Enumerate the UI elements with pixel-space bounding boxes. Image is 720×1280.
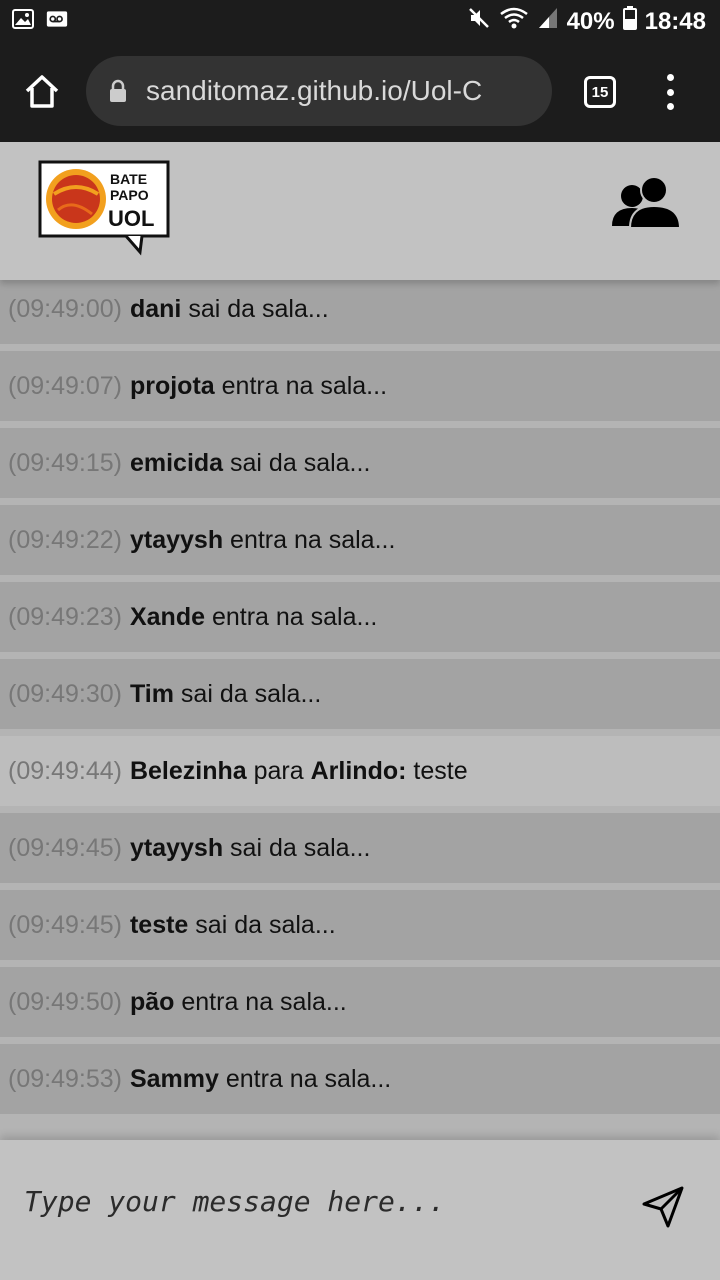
send-button[interactable] — [640, 1184, 686, 1230]
battery-icon — [622, 6, 637, 37]
message-text: teste — [413, 756, 468, 785]
message-sender: dani — [129, 294, 182, 323]
message-item: (09:49:50) pão entra na sala... — [0, 967, 720, 1037]
message-time: (09:49:45) — [8, 833, 122, 862]
clock: 18:48 — [644, 7, 706, 35]
message-time: (09:49:15) — [8, 448, 122, 477]
lock-icon — [108, 79, 128, 103]
participants-button[interactable] — [610, 176, 686, 234]
message-text: sai da sala... — [230, 448, 371, 477]
voicemail-icon — [46, 8, 68, 30]
wifi-icon — [499, 6, 529, 37]
signal-icon — [537, 6, 559, 37]
private-message-item: (09:49:44) Belezinha para Arlindo: teste — [0, 736, 720, 806]
message-text: entra na sala... — [221, 371, 388, 400]
message-time: (09:49:30) — [8, 679, 122, 708]
message-sender: ytayysh — [129, 833, 224, 862]
message-sender: Belezinha — [129, 756, 247, 785]
message-time: (09:49:53) — [8, 1064, 122, 1093]
battery-percent: 40% — [566, 7, 615, 35]
message-item: (09:49:23) Xande entra na sala... — [0, 582, 720, 652]
home-icon — [25, 75, 59, 108]
tab-switcher-button[interactable]: 15 — [584, 76, 616, 108]
message-item: (09:49:53) Sammy entra na sala... — [0, 1044, 720, 1114]
message-text: sai da sala... — [195, 910, 336, 939]
menu-dot-icon — [666, 103, 674, 110]
message-item: (09:49:00) dani sai da sala... — [0, 280, 720, 344]
message-sender: teste — [129, 910, 189, 939]
message-sender: projota — [129, 371, 215, 400]
message-time: (09:49:44) — [8, 756, 122, 785]
message-recipient: Arlindo: — [310, 756, 407, 785]
message-composer — [0, 1140, 720, 1280]
bate-papo-uol-logo: BATE PAPO UOL — [38, 160, 172, 256]
people-icon — [612, 176, 682, 229]
message-item: (09:49:15) emicida sai da sala... — [0, 428, 720, 498]
message-text: entra na sala... — [230, 525, 396, 554]
message-text: sai da sala... — [230, 833, 371, 862]
message-text: entra na sala... — [211, 602, 378, 631]
message-input[interactable] — [24, 1176, 604, 1226]
message-text: entra na sala... — [225, 1064, 392, 1093]
message-time: (09:49:45) — [8, 910, 122, 939]
menu-dot-icon — [666, 88, 674, 96]
message-text: sai da sala... — [180, 679, 322, 708]
home-button[interactable] — [22, 72, 62, 112]
message-sender: Xande — [129, 602, 205, 631]
message-sender: emicida — [129, 448, 224, 477]
message-item: (09:49:45) teste sai da sala... — [0, 890, 720, 960]
browser-toolbar: sanditomaz.github.io/Uol-C 15 — [0, 42, 720, 142]
message-time: (09:49:22) — [8, 525, 122, 554]
message-time: (09:49:07) — [8, 371, 122, 400]
message-time: (09:49:50) — [8, 987, 122, 1016]
mute-icon — [467, 6, 491, 37]
message-text: sai da sala... — [188, 294, 329, 323]
message-sender: ytayysh — [129, 525, 224, 554]
message-time: (09:49:00) — [8, 294, 122, 323]
message-item: (09:49:30) Tim sai da sala... — [0, 659, 720, 729]
message-connector: para — [253, 756, 304, 785]
svg-text:BATE: BATE — [110, 171, 147, 187]
svg-text:PAPO: PAPO — [110, 187, 149, 203]
gallery-icon — [12, 8, 34, 30]
paper-plane-icon — [642, 1186, 684, 1228]
message-item: (09:49:07) projota entra na sala... — [0, 351, 720, 421]
app-header: BATE PAPO UOL — [0, 142, 720, 280]
message-item: (09:49:22) ytayysh entra na sala... — [0, 505, 720, 575]
browser-menu-button[interactable] — [660, 74, 680, 110]
menu-dot-icon — [666, 74, 674, 81]
message-time: (09:49:23) — [8, 602, 122, 631]
message-text: entra na sala... — [181, 987, 347, 1016]
message-sender: pão — [129, 987, 175, 1016]
message-list[interactable]: (09:49:00) dani sai da sala... (09:49:07… — [0, 280, 720, 1140]
message-item: (09:49:45) ytayysh sai da sala... — [0, 813, 720, 883]
url-text: sanditomaz.github.io/Uol-C — [146, 75, 483, 106]
message-sender: Sammy — [129, 1064, 219, 1093]
message-sender: Tim — [129, 679, 174, 708]
svg-text:UOL: UOL — [108, 206, 154, 231]
address-bar[interactable]: sanditomaz.github.io/Uol-C — [86, 56, 552, 126]
status-bar: 40% 18:48 — [0, 0, 720, 42]
